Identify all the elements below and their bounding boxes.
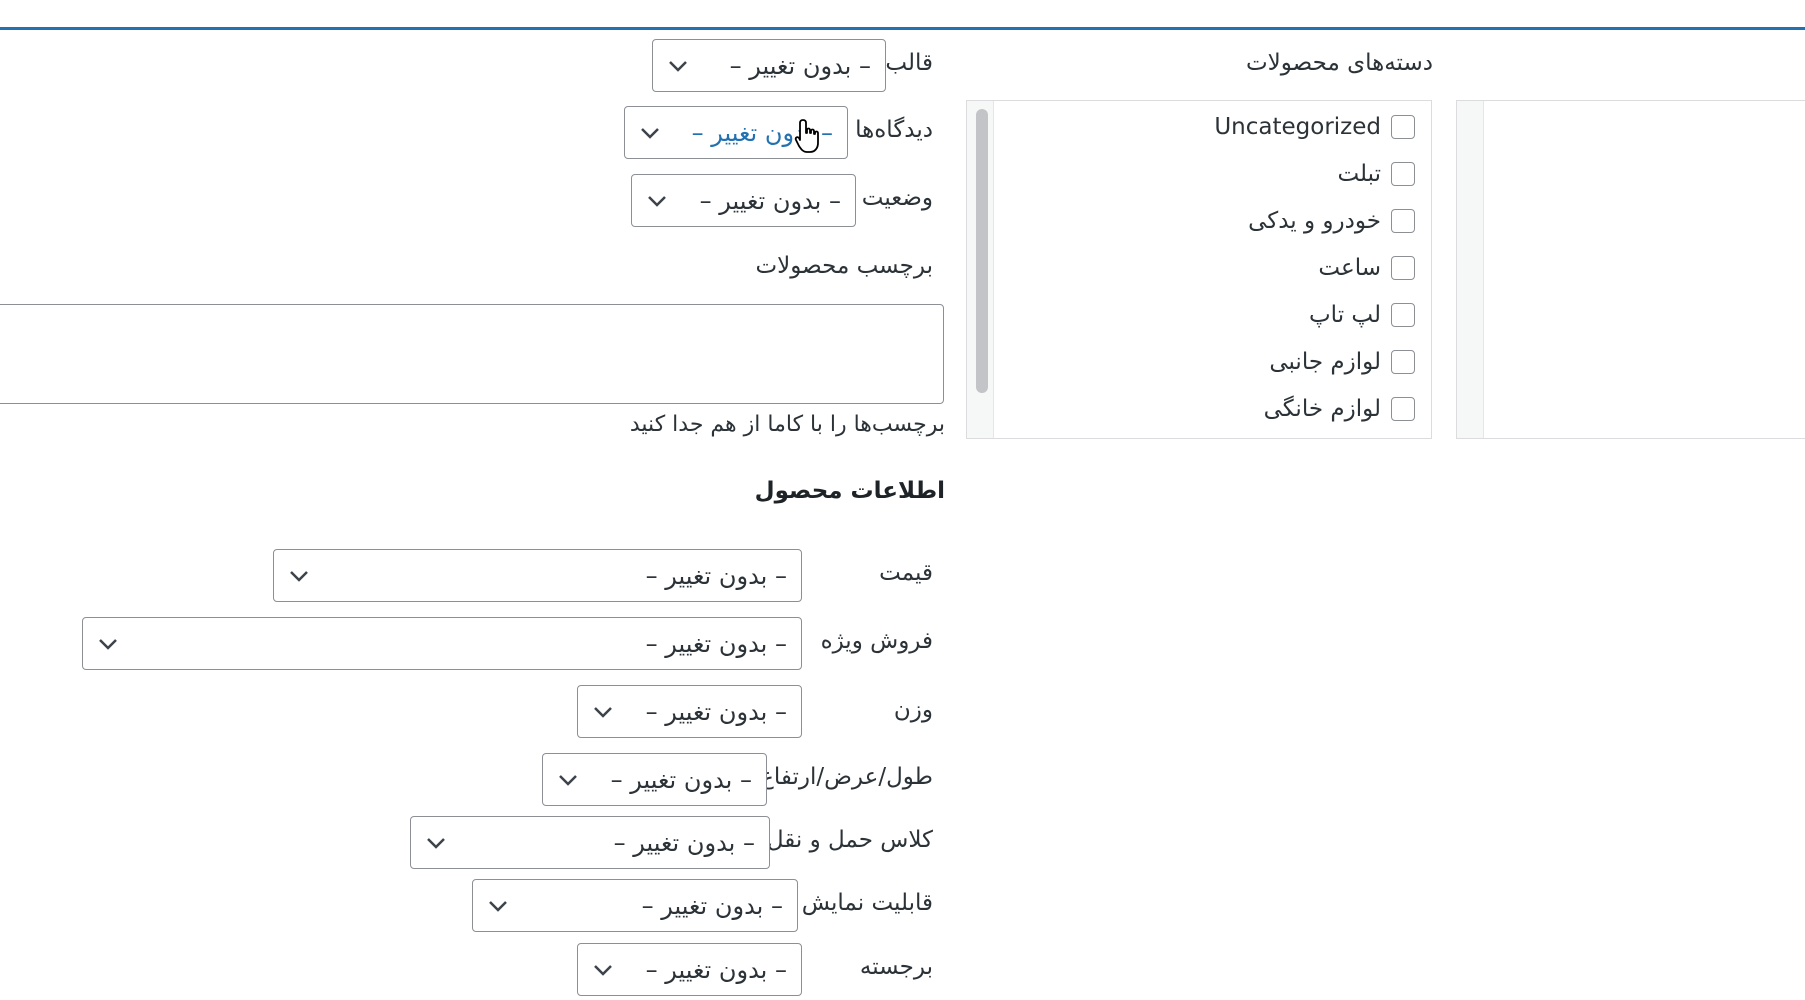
dimensions-label: طول/عرض/ارتفاع [760,764,933,790]
category-label: ساعت [1318,255,1381,281]
chevron-down-icon [669,60,687,72]
comments-select[interactable]: – بدون تغییر – [624,106,848,159]
category-checkbox[interactable] [1391,303,1415,327]
tags-hint: برچسب‌ها را با کاما از هم جدا کنید [629,412,945,437]
scrollbar-thumb[interactable] [976,109,988,393]
category-item[interactable]: خودرو و یدکی [1248,206,1415,236]
chevron-down-icon [559,774,577,786]
visibility-select[interactable]: – بدون تغییر – [472,879,798,932]
top-accent-border [0,27,1805,30]
visibility-select-value: – بدون تغییر – [641,891,783,920]
weight-label: وزن [893,697,933,723]
featured-select[interactable]: – بدون تغییر – [577,943,802,996]
sale-select-value: – بدون تغییر – [645,629,787,658]
status-select[interactable]: – بدون تغییر – [631,174,856,227]
category-label: لوازم خانگی [1263,396,1381,422]
category-item[interactable]: تبلت [1337,159,1415,189]
category-checkbox[interactable] [1391,209,1415,233]
category-checkbox[interactable] [1391,162,1415,186]
chevron-down-icon [594,964,612,976]
visibility-label: قابلیت نمایش [801,890,933,916]
featured-select-value: – بدون تغییر – [645,955,787,984]
price-select[interactable]: – بدون تغییر – [273,549,802,602]
chevron-down-icon [648,195,666,207]
chevron-down-icon [427,837,445,849]
chevron-down-icon [594,706,612,718]
price-label: قیمت [879,560,933,586]
category-checkbox[interactable] [1391,115,1415,139]
product-info-title: اطلاعات محصول [754,478,945,504]
shipping-class-label: کلاس حمل و نقل [766,827,933,853]
category-item[interactable]: لپ تاپ [1309,300,1415,330]
dimensions-select-value: – بدون تغییر – [610,765,752,794]
tags-textarea[interactable] [0,304,944,404]
dimensions-select[interactable]: – بدون تغییر – [542,753,767,806]
category-item[interactable]: لوازم جانبی [1269,347,1415,377]
categories-heading: دسته‌های محصولات [1246,50,1433,76]
chevron-down-icon [489,900,507,912]
price-select-value: – بدون تغییر – [645,561,787,590]
comments-select-value: – بدون تغییر – [691,118,833,147]
chevron-down-icon [641,127,659,139]
category-item[interactable]: Uncategorized [1214,112,1415,142]
category-label: خودرو و یدکی [1248,208,1381,234]
weight-select[interactable]: – بدون تغییر – [577,685,802,738]
category-label: تبلت [1337,161,1381,187]
sale-label: فروش ویژه [820,628,933,654]
template-select[interactable]: – بدون تغییر – [652,39,886,92]
bulk-edit-panel: دسته‌های محصولات Uncategorized تبلت خودر… [0,0,1805,1000]
weight-select-value: – بدون تغییر – [645,697,787,726]
status-label: وضعیت [861,185,933,211]
category-label: Uncategorized [1214,114,1381,140]
featured-label: برجسته [859,954,933,980]
category-item[interactable]: لوازم خانگی [1264,394,1415,424]
sale-select[interactable]: – بدون تغییر – [82,617,802,670]
category-checkbox[interactable] [1391,350,1415,374]
template-label: قالب [885,50,933,76]
category-checkbox[interactable] [1391,397,1415,421]
chevron-down-icon [99,638,117,650]
scrollbar-track[interactable] [967,101,994,438]
chevron-down-icon [290,570,308,582]
status-select-value: – بدون تغییر – [699,186,841,215]
comments-label: دیدگاه‌ها [855,117,933,143]
template-select-value: – بدون تغییر – [729,51,871,80]
categories-checklist[interactable]: Uncategorized تبلت خودرو و یدکی ساعت لپ … [966,100,1432,439]
category-checkbox[interactable] [1391,256,1415,280]
category-label: لوازم جانبی [1269,349,1381,375]
scrollbar-track[interactable] [1457,101,1484,438]
shipping-class-select[interactable]: – بدون تغییر – [410,816,770,869]
category-item[interactable]: ساعت [1318,253,1415,283]
tags-label: برچسب محصولات [755,253,934,279]
category-label: لپ تاپ [1309,302,1381,328]
secondary-checklist[interactable] [1456,100,1805,439]
shipping-class-select-value: – بدون تغییر – [613,828,755,857]
